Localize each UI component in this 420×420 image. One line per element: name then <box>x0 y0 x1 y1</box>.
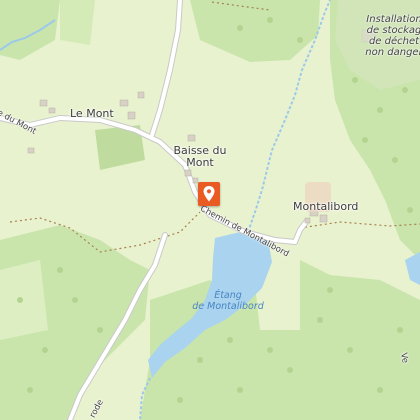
location-marker[interactable] <box>198 182 220 206</box>
road-label-right-edge: Ve <box>398 352 410 364</box>
poi-label-line4: non danger <box>365 47 420 58</box>
water-label-etang-line2: de Montalibord <box>192 301 264 312</box>
place-label-montalibord: Montalibord <box>293 200 359 213</box>
place-label-baisse-du-mont: Baisse du Mont <box>172 145 228 169</box>
place-label-le-mont: Le Mont <box>70 107 114 120</box>
location-pin-icon <box>203 186 215 202</box>
poi-label-line1: Installation <box>366 14 420 25</box>
map-view[interactable]: Le Mont Baisse du Mont Montalibord Étang… <box>0 0 420 420</box>
water-label-etang-montalibord: Étang de Montalibord <box>190 290 266 312</box>
place-label-baisse-du-mont-line2: Mont <box>186 156 214 169</box>
water-label-etang-line1: Étang <box>214 290 242 301</box>
poi-label-line3: de déchet <box>368 36 420 47</box>
poi-label-installation-stockage: Installation de stockag de déchet non da… <box>364 14 420 58</box>
poi-label-line2: de stockag <box>366 25 420 36</box>
